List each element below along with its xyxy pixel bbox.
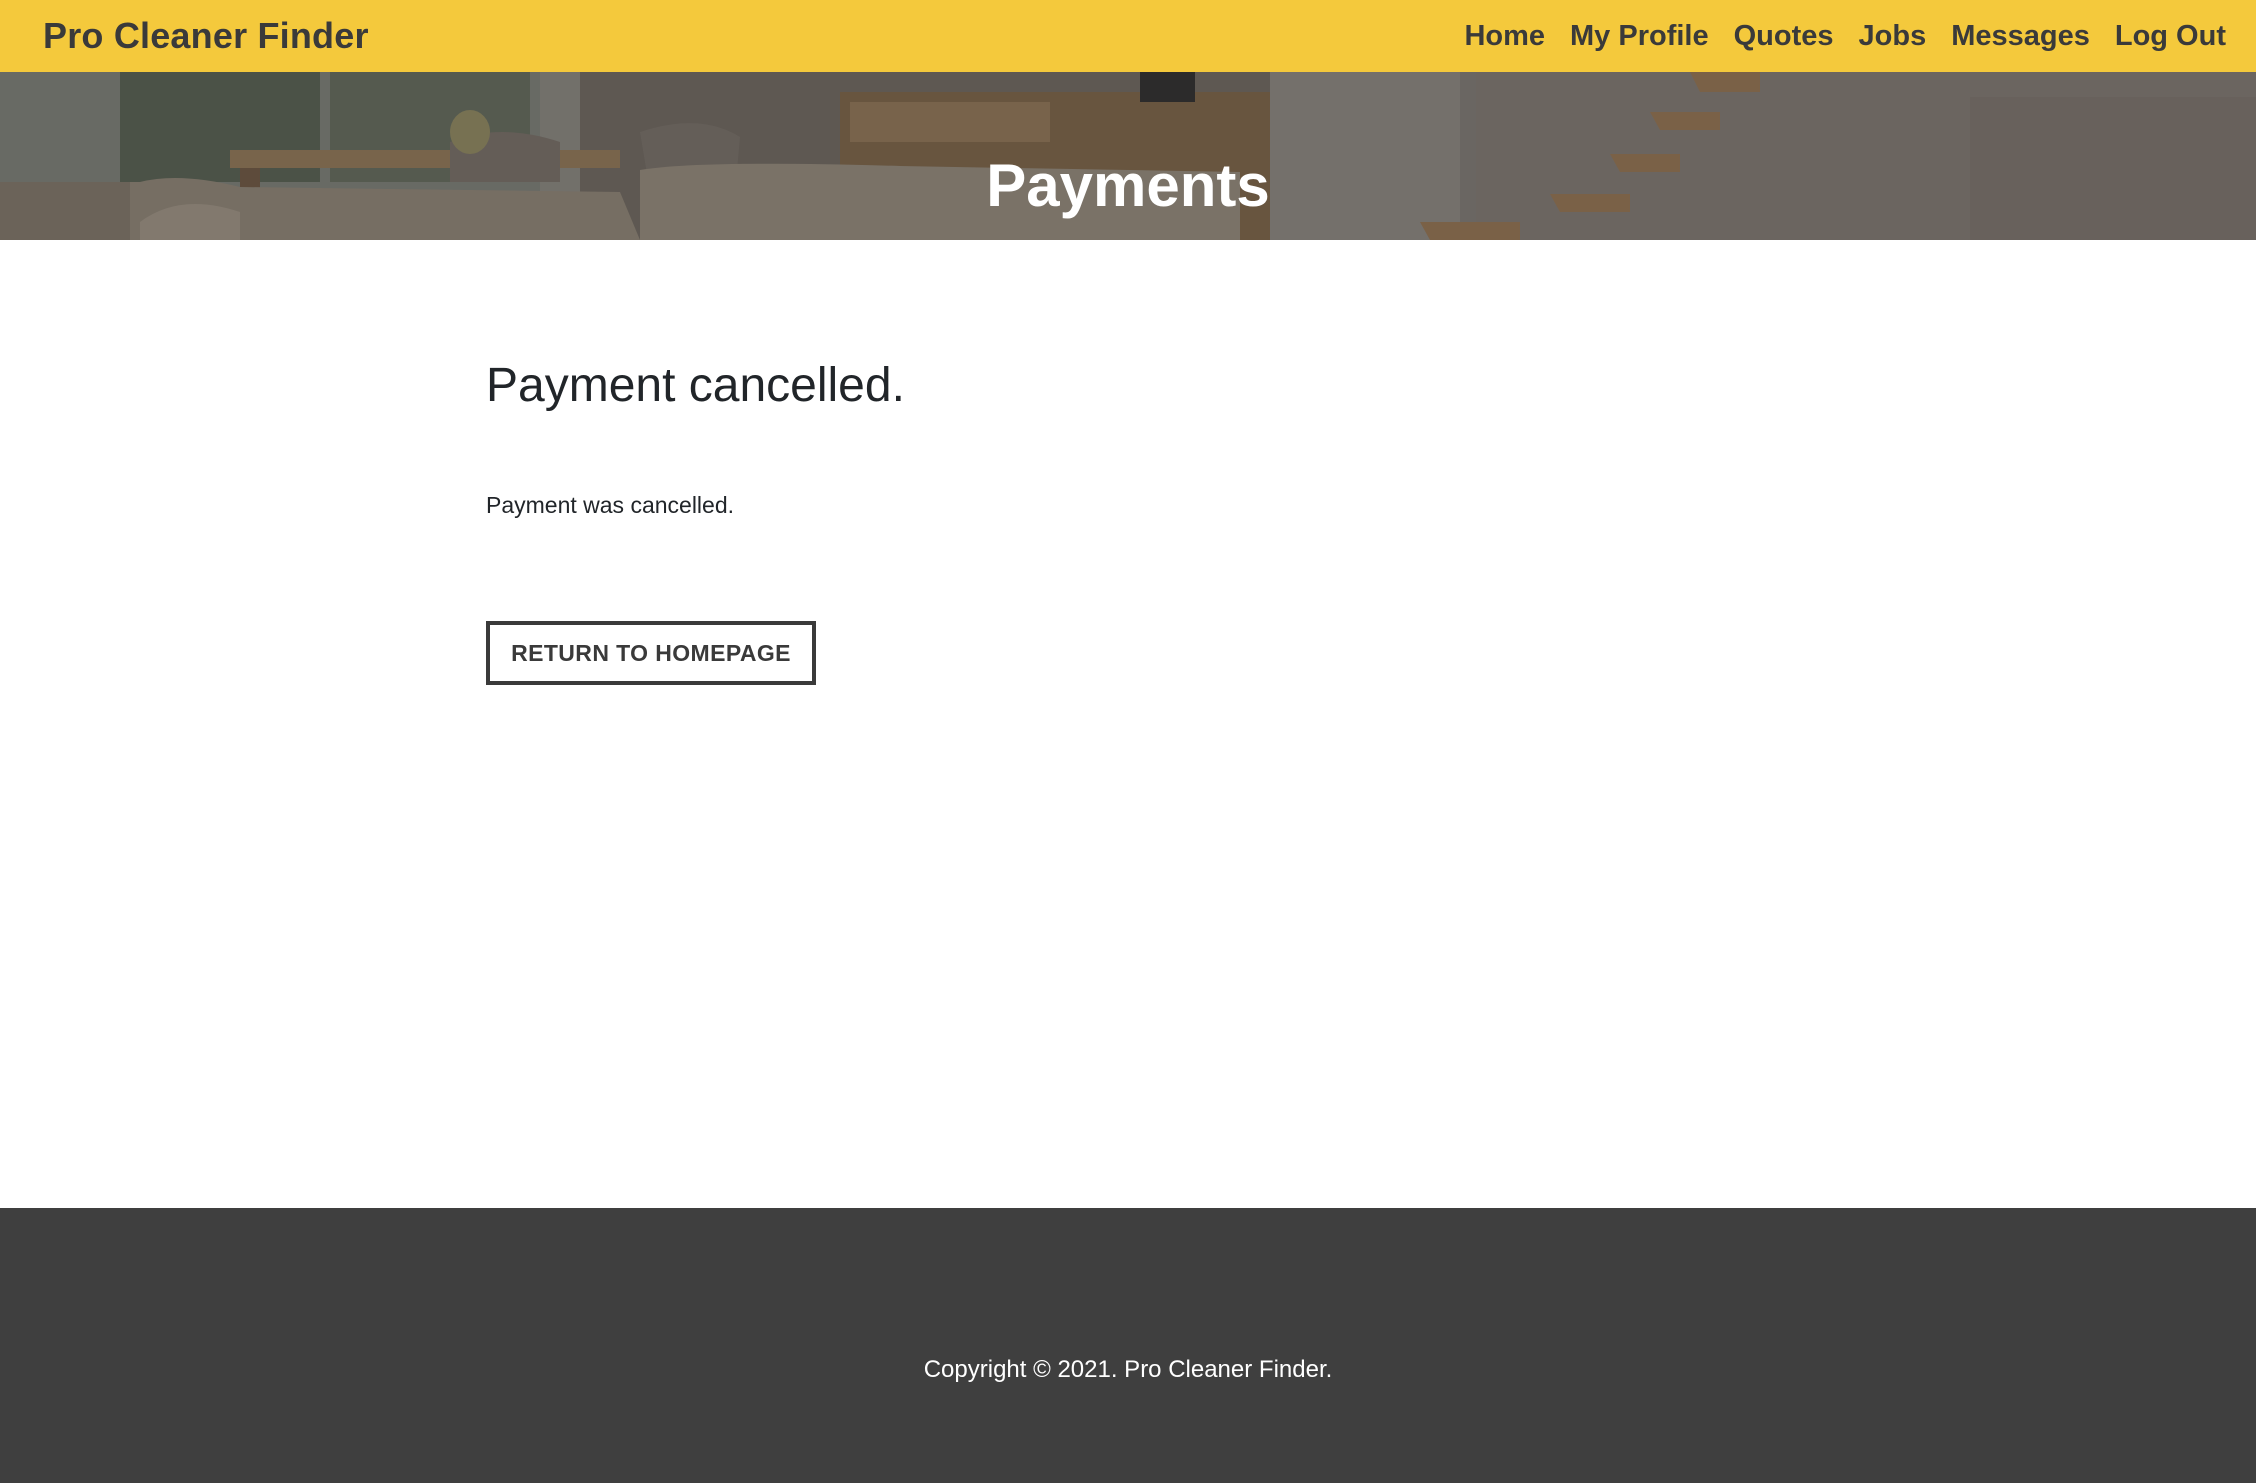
return-to-homepage-button[interactable]: Return to homepage (486, 621, 816, 685)
nav-link-jobs[interactable]: Jobs (1859, 20, 1927, 53)
nav-link-log-out[interactable]: Log Out (2115, 20, 2226, 53)
nav-link-messages[interactable]: Messages (1951, 20, 2090, 53)
nav-link-home[interactable]: Home (1464, 20, 1545, 53)
top-navbar: Pro Cleaner Finder Home My Profile Quote… (0, 0, 2256, 72)
status-message: Payment was cancelled. (486, 492, 735, 518)
nav-link-quotes[interactable]: Quotes (1734, 20, 1834, 53)
main-nav: Home My Profile Quotes Jobs Messages Log… (1439, 20, 2226, 53)
nav-link-my-profile[interactable]: My Profile (1570, 20, 1709, 53)
page-heading: Payment cancelled. (486, 359, 905, 412)
hero-title: Payments (986, 152, 1270, 220)
page-footer: Copyright © 2021. Pro Cleaner Finder. (0, 1208, 2256, 1483)
brand-logo-link[interactable]: Pro Cleaner Finder (43, 15, 369, 57)
hero-banner: Payments (0, 72, 2256, 240)
footer-copyright: Copyright © 2021. Pro Cleaner Finder. (923, 1356, 1333, 1383)
